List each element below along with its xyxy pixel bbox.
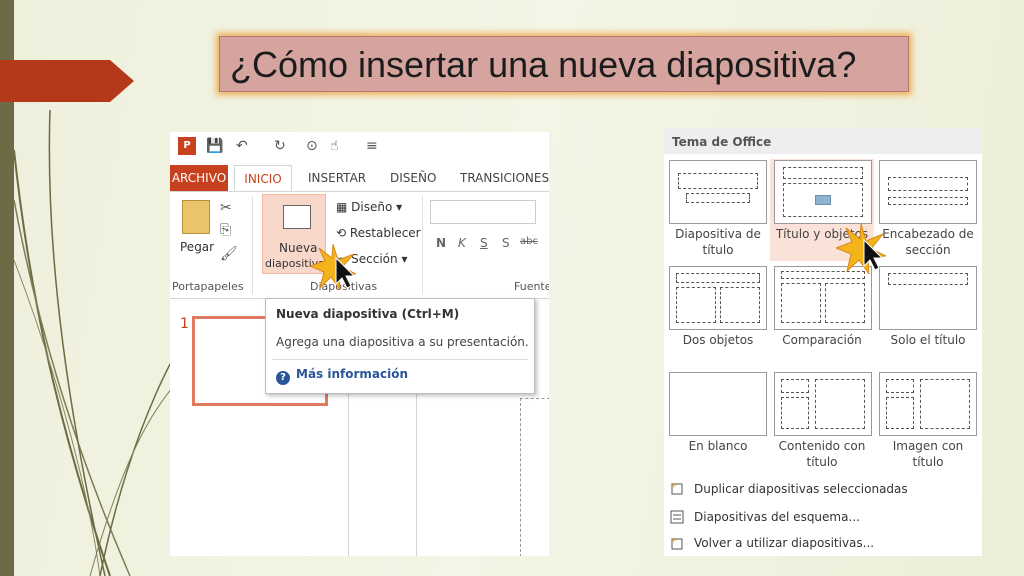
bold-button[interactable]: N bbox=[436, 236, 446, 250]
group-divider bbox=[252, 196, 253, 294]
tooltip-description: Agrega una diapositiva a su presentación… bbox=[276, 335, 529, 349]
ribbon-body: Pegar ✂ ⎘ 🖌 Portapapeles Nueva diapositi… bbox=[170, 192, 549, 299]
group-divider bbox=[422, 196, 423, 294]
menu-esquema[interactable]: Diapositivas del esquema... bbox=[694, 510, 860, 524]
layout-label: Contenido con título bbox=[778, 439, 866, 469]
tooltip-divider bbox=[272, 359, 528, 360]
duplicate-slides-icon: ✳ bbox=[670, 482, 683, 495]
customize-icon[interactable]: ≡ bbox=[366, 138, 378, 154]
tab-inicio[interactable]: INICIO bbox=[234, 165, 292, 191]
layout-solo-titulo[interactable] bbox=[879, 266, 977, 330]
copy-icon[interactable]: ⎘ bbox=[220, 222, 231, 238]
presentation-icon[interactable]: ⊙ bbox=[306, 138, 318, 154]
menu-volver-utilizar[interactable]: Volver a utilizar diapositivas... bbox=[694, 536, 874, 550]
tab-insertar[interactable]: INSERTAR bbox=[308, 165, 366, 191]
pegar-button[interactable]: Pegar bbox=[180, 240, 214, 254]
shadow-button[interactable]: S bbox=[502, 236, 510, 250]
undo-icon[interactable]: ↶ bbox=[236, 138, 248, 154]
diseno-button[interactable]: ▦ Diseño ▾ bbox=[336, 200, 402, 214]
slide-thumbnail-number: 1 bbox=[180, 316, 189, 332]
cut-icon[interactable]: ✂ bbox=[220, 200, 232, 216]
svg-text:✳: ✳ bbox=[670, 482, 677, 490]
strikethrough-button[interactable]: abc bbox=[520, 236, 538, 247]
paste-icon[interactable] bbox=[182, 200, 210, 234]
layout-imagen-titulo[interactable] bbox=[879, 372, 977, 436]
layout-en-blanco[interactable] bbox=[669, 372, 767, 436]
layout-contenido-titulo[interactable] bbox=[774, 372, 872, 436]
redo-icon[interactable]: ↻ bbox=[274, 138, 286, 154]
outline-slides-icon bbox=[670, 510, 684, 524]
tooltip-title: Nueva diapositiva (Ctrl+M) bbox=[276, 307, 460, 321]
tooltip-nueva-diapositiva: Nueva diapositiva (Ctrl+M) Agrega una di… bbox=[265, 298, 535, 394]
layout-label: Encabezado de sección bbox=[882, 227, 974, 257]
help-link-label: Más información bbox=[296, 367, 409, 381]
quick-access-toolbar: P 💾 ↶ ↻ ⊙ ☝ ≡ bbox=[170, 132, 549, 160]
layout-label: Solo el título bbox=[890, 333, 966, 347]
diseno-label: Diseño bbox=[351, 200, 393, 214]
font-name-select[interactable] bbox=[430, 200, 536, 224]
italic-button[interactable]: K bbox=[458, 236, 466, 250]
layout-diapositiva-titulo[interactable] bbox=[669, 160, 767, 224]
touch-mode-icon[interactable]: ☝ bbox=[330, 138, 339, 154]
layout-dos-objetos[interactable] bbox=[669, 266, 767, 330]
svg-text:✳: ✳ bbox=[670, 536, 677, 545]
underline-button[interactable]: S bbox=[480, 236, 488, 250]
layout-label: Dos objetos bbox=[682, 333, 754, 347]
click-sparkle-icon bbox=[310, 244, 356, 290]
format-painter-icon[interactable]: 🖌 bbox=[220, 246, 238, 262]
group-label-portapapeles: Portapapeles bbox=[172, 280, 244, 293]
powerpoint-logo-icon: P bbox=[178, 137, 196, 155]
layout-label: En blanco bbox=[688, 439, 748, 453]
group-label-fuente: Fuente bbox=[514, 280, 549, 293]
slide-canvas-edge bbox=[520, 398, 549, 556]
layout-comparacion[interactable] bbox=[774, 266, 872, 330]
gallery-header: Tema de Office bbox=[664, 128, 982, 154]
tab-diseno[interactable]: DISEÑO bbox=[390, 165, 436, 191]
layout-label: Imagen con título bbox=[892, 439, 964, 469]
layout-encabezado-seccion[interactable] bbox=[879, 160, 977, 224]
restablecer-button[interactable]: ⟲ Restablecer bbox=[336, 226, 421, 240]
layout-gallery-screenshot: Tema de Office Diapositiva de título Títu… bbox=[664, 128, 982, 556]
save-icon[interactable]: 💾 bbox=[206, 138, 223, 154]
layout-titulo-objetos[interactable] bbox=[774, 160, 872, 224]
restablecer-label: Restablecer bbox=[349, 226, 421, 240]
tab-transiciones[interactable]: TRANSICIONES bbox=[460, 165, 549, 191]
tab-archivo[interactable]: ARCHIVO bbox=[170, 165, 228, 191]
ribbon-tabs: ARCHIVO INICIO INSERTAR DISEÑO TRANSICIO… bbox=[170, 165, 549, 192]
tooltip-help-link[interactable]: ? Más información bbox=[276, 367, 408, 385]
layout-label: Comparación bbox=[782, 333, 862, 347]
reuse-slides-icon: ✳ bbox=[670, 536, 683, 550]
click-sparkle-icon bbox=[836, 224, 886, 274]
menu-duplicar[interactable]: Duplicar diapositivas seleccionadas bbox=[694, 482, 908, 496]
slide-title: ¿Cómo insertar una nueva diapositiva? bbox=[219, 36, 909, 92]
help-icon: ? bbox=[276, 371, 290, 385]
new-slide-icon bbox=[283, 205, 311, 229]
ribbon-screenshot: P 💾 ↶ ↻ ⊙ ☝ ≡ ARCHIVO INICIO INSERTAR DI… bbox=[170, 132, 549, 556]
seccion-label: Sección bbox=[351, 252, 398, 266]
layout-label: Diapositiva de título bbox=[675, 227, 761, 257]
